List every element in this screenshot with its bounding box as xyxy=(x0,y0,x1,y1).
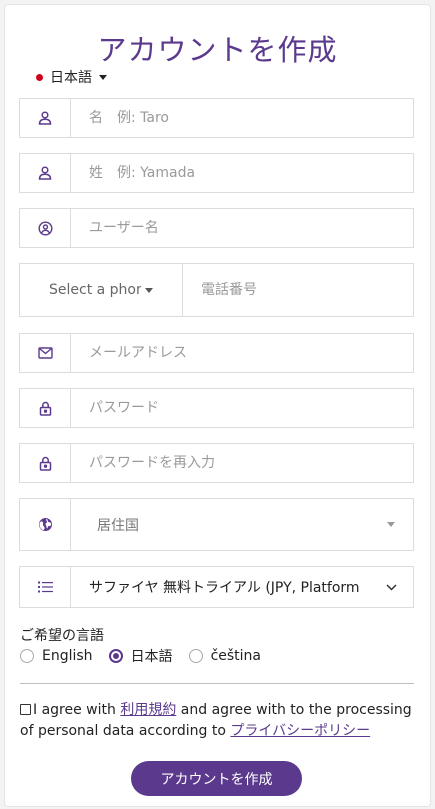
phone-number-input[interactable] xyxy=(183,264,413,316)
last-name-field xyxy=(19,153,414,193)
first-name-input[interactable] xyxy=(71,99,413,137)
username-field xyxy=(19,208,414,248)
chevron-down-icon xyxy=(369,567,413,607)
phone-country-select[interactable]: Select a phone xyxy=(20,264,183,316)
agreement-text: I agree with 利用規約 and agree with to the … xyxy=(20,700,418,742)
agree-checkbox[interactable] xyxy=(20,704,31,715)
email-input[interactable] xyxy=(71,334,413,372)
agreement-prefix: I agree with xyxy=(33,702,121,718)
caret-down-icon xyxy=(145,287,153,293)
password-field xyxy=(19,388,414,428)
country-placeholder: 居住国 xyxy=(97,517,139,534)
radio-label: English xyxy=(42,648,93,664)
radio-english[interactable]: English xyxy=(20,648,93,664)
password-confirm-input[interactable] xyxy=(71,444,413,482)
radio-label: čeština xyxy=(210,648,261,664)
user-icon xyxy=(20,154,71,192)
first-name-field xyxy=(19,98,414,138)
caret-down-icon xyxy=(369,499,413,550)
radio-label: 日本語 xyxy=(130,649,173,665)
preferred-language-radios: English 日本語 čeština xyxy=(20,646,277,666)
password-input[interactable] xyxy=(71,389,413,427)
country-select[interactable]: 居住国 xyxy=(19,498,414,551)
plan-select[interactable]: サファイヤ 無料トライアル (JPY, Platform xyxy=(19,566,414,608)
divider xyxy=(20,683,414,684)
envelope-icon xyxy=(20,334,71,372)
phone-country-placeholder: Select a phone xyxy=(49,282,141,298)
email-field xyxy=(19,333,414,373)
privacy-policy-link[interactable]: プライバシーポリシー xyxy=(230,723,370,739)
preferred-language-label: ご希望の言語 xyxy=(20,628,104,644)
japan-flag-icon xyxy=(36,73,43,81)
plan-value: サファイヤ 無料トライアル (JPY, Platform xyxy=(89,580,360,596)
radio-circle-selected[interactable] xyxy=(108,649,123,663)
password-confirm-field xyxy=(19,443,414,483)
user-circle-icon xyxy=(20,209,71,247)
lock-icon xyxy=(20,389,71,427)
username-input[interactable] xyxy=(71,209,413,247)
page-title: アカウントを作成 xyxy=(97,33,338,67)
language-switcher-label: 日本語 xyxy=(50,70,92,86)
radio-circle[interactable] xyxy=(20,649,34,663)
lock-icon xyxy=(20,444,71,482)
radio-czech[interactable]: čeština xyxy=(188,648,261,664)
last-name-input[interactable] xyxy=(71,154,413,192)
radio-japanese[interactable]: 日本語 xyxy=(108,646,173,666)
create-account-button[interactable]: アカウントを作成 xyxy=(131,761,302,796)
user-icon xyxy=(20,99,71,137)
terms-link[interactable]: 利用規約 xyxy=(120,702,176,718)
caret-down-icon xyxy=(99,74,107,80)
globe-icon xyxy=(20,499,71,550)
language-switcher[interactable]: 日本語 xyxy=(36,67,107,87)
phone-field: Select a phone xyxy=(19,263,414,317)
list-icon xyxy=(20,567,71,607)
radio-circle[interactable] xyxy=(188,649,203,663)
